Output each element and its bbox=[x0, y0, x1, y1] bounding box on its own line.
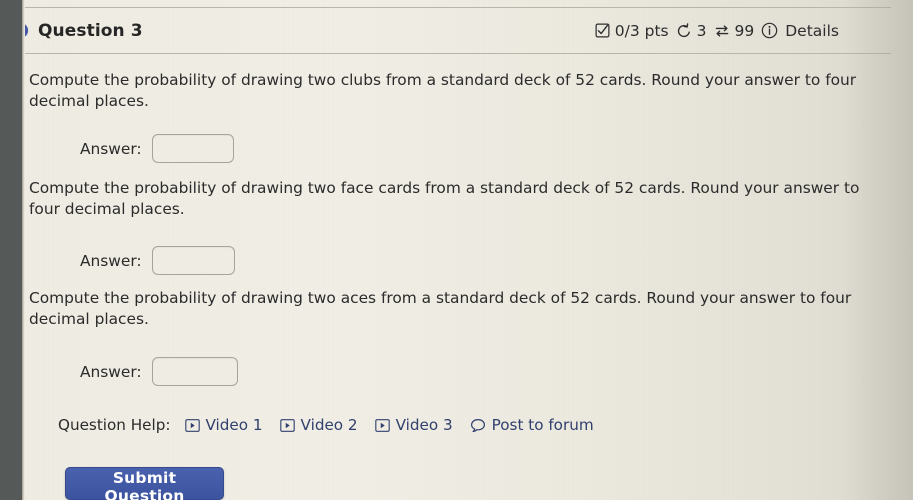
help-link-video-3[interactable]: Video 3 bbox=[374, 416, 453, 434]
left-rail-edge bbox=[22, 0, 25, 500]
question-title-group: Question 3 bbox=[13, 21, 143, 41]
page-title: Question 3 bbox=[38, 20, 143, 41]
exchange-group: 99 bbox=[714, 21, 755, 40]
answer-input-2[interactable] bbox=[151, 246, 235, 275]
speech-bubble-icon bbox=[470, 418, 486, 433]
details-link[interactable]: Details bbox=[761, 22, 839, 40]
answer-input-3[interactable] bbox=[151, 357, 238, 386]
question-header: Question 3 0/3 pts 3 99 Details bbox=[0, 8, 891, 53]
divider-below-header bbox=[14, 53, 891, 54]
exchange-arrows-icon bbox=[714, 23, 730, 39]
answer-row-2: Answer: bbox=[80, 246, 235, 275]
attempts-group: 3 bbox=[676, 22, 707, 40]
answer-row-1: Answer: bbox=[80, 134, 234, 163]
video-play-icon bbox=[184, 418, 200, 432]
question-prompt-1: Compute the probability of drawing two c… bbox=[29, 71, 857, 110]
points-text: 0/3 pts bbox=[614, 21, 669, 40]
checkbox-checked-icon bbox=[595, 23, 610, 38]
answer-label-3: Answer: bbox=[80, 362, 142, 381]
details-label: Details bbox=[785, 21, 839, 40]
help-link-label: Video 1 bbox=[205, 416, 263, 434]
video-play-icon bbox=[279, 418, 295, 432]
attempts-count: 3 bbox=[696, 21, 707, 40]
exchange-count: 99 bbox=[734, 21, 755, 40]
question-screen: Question 3 0/3 pts 3 99 Details Compute … bbox=[0, 0, 913, 500]
help-link-post-to-forum[interactable]: Post to forum bbox=[470, 416, 594, 434]
help-link-video-1[interactable]: Video 1 bbox=[184, 416, 263, 434]
answer-input-1[interactable] bbox=[151, 134, 234, 163]
answer-label-1: Answer: bbox=[80, 139, 142, 158]
submit-question-button[interactable]: Submit Question bbox=[65, 467, 224, 500]
question-help-row: Question Help: Video 1 Video 2 Video 3 P… bbox=[58, 416, 604, 434]
points-group: 0/3 pts bbox=[595, 22, 669, 40]
question-help-label: Question Help: bbox=[58, 416, 171, 434]
video-play-icon bbox=[374, 418, 390, 432]
help-link-label: Video 2 bbox=[300, 416, 358, 434]
answer-label-2: Answer: bbox=[80, 251, 142, 270]
rotate-ccw-icon bbox=[676, 22, 692, 39]
left-rail bbox=[0, 0, 22, 500]
question-meta: 0/3 pts 3 99 Details bbox=[595, 22, 839, 40]
help-link-label: Post to forum bbox=[491, 416, 594, 434]
help-link-label: Video 3 bbox=[395, 416, 453, 434]
question-prompt-2: Compute the probability of drawing two f… bbox=[29, 179, 860, 218]
page-content: Question 3 0/3 pts 3 99 Details Compute … bbox=[0, 0, 913, 500]
answer-row-3: Answer: bbox=[80, 357, 238, 386]
info-circle-icon bbox=[761, 22, 778, 39]
help-link-video-2[interactable]: Video 2 bbox=[279, 416, 358, 434]
question-prompt-3: Compute the probability of drawing two a… bbox=[29, 289, 852, 328]
